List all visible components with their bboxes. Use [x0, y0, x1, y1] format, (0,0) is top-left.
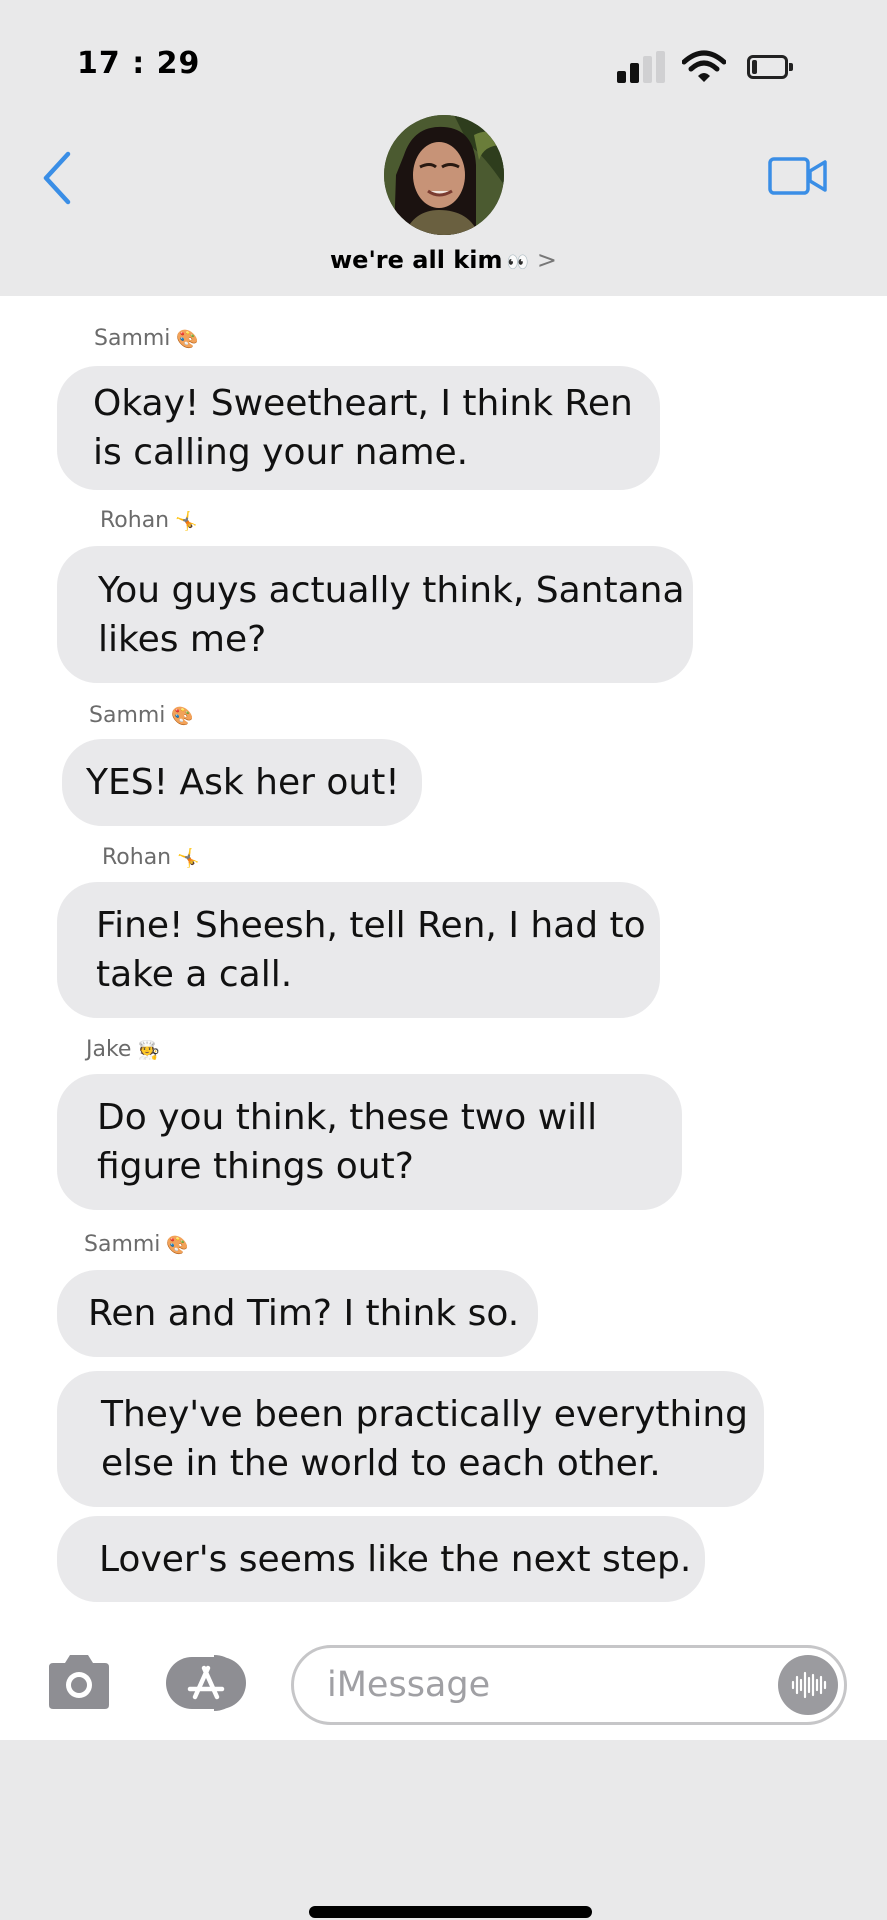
message-bubble[interactable]: Do you think, these two will figure thin… [57, 1074, 682, 1210]
palette-emoji-icon: 🎨 [176, 329, 199, 350]
battery-low-icon [747, 55, 793, 79]
cook-emoji-icon: 🧑‍🍳 [137, 1040, 160, 1061]
chevron-left-icon[interactable] [38, 148, 78, 208]
app-store-icon[interactable] [164, 1654, 254, 1712]
group-avatar[interactable] [384, 115, 504, 235]
message-thread: Sammi 🎨 Okay! Sweetheart, I think Ren is … [0, 296, 887, 1740]
video-camera-icon[interactable] [768, 156, 828, 196]
message-bubble[interactable]: Ren and Tim? I think so. [57, 1270, 538, 1357]
imessage-screen: 17 : 29 we're all kim 👀 > Sammi 🎨 Okay! … [0, 0, 887, 1920]
message-line: figure things out? [97, 1146, 414, 1187]
home-indicator[interactable] [309, 1906, 592, 1918]
message-bubble[interactable]: You guys actually think, Santana likes m… [57, 546, 693, 683]
sender-label: Sammi 🎨 [94, 326, 199, 351]
status-bar: 17 : 29 [0, 0, 887, 110]
imessage-placeholder: iMessage [327, 1665, 491, 1705]
sender-name: Sammi [94, 326, 171, 351]
message-bubble[interactable]: Lover's seems like the next step. [57, 1516, 705, 1602]
sender-label: Rohan 🤸 [102, 845, 200, 870]
cellular-signal-icon [617, 51, 665, 83]
palette-emoji-icon: 🎨 [171, 706, 194, 727]
message-bubble[interactable]: Fine! Sheesh, tell Ren, I had to take a … [57, 882, 660, 1018]
message-line: Okay! Sweetheart, I think Ren [93, 383, 633, 424]
imessage-input[interactable]: iMessage [291, 1645, 847, 1725]
message-line: Fine! Sheesh, tell Ren, I had to [96, 905, 646, 946]
message-line: Lover's seems like the next step. [99, 1538, 692, 1580]
group-name-title[interactable]: we're all kim 👀 > [0, 246, 887, 274]
gymnast-emoji-icon: 🤸 [175, 511, 198, 532]
message-bubble[interactable]: They've been practically everything else… [57, 1371, 764, 1507]
sender-name: Rohan [100, 508, 170, 533]
message-bubble[interactable]: Okay! Sweetheart, I think Ren is calling… [57, 366, 660, 490]
group-name-text: we're all kim [330, 246, 503, 274]
sender-name: Jake [86, 1037, 132, 1062]
message-bubble[interactable]: YES! Ask her out! [62, 739, 422, 826]
audio-waveform-icon[interactable] [778, 1655, 838, 1715]
message-line: Do you think, these two will [97, 1097, 598, 1138]
sender-name: Sammi [84, 1232, 161, 1257]
message-line: You guys actually think, Santana [98, 569, 685, 611]
message-line: likes me? [98, 618, 267, 660]
message-line: else in the world to each other. [101, 1443, 661, 1484]
message-line: is calling your name. [93, 432, 469, 473]
sender-label: Sammi 🎨 [84, 1232, 189, 1257]
message-line: take a call. [96, 954, 293, 995]
eyes-emoji-icon: 👀 [506, 252, 529, 273]
status-time: 17 : 29 [77, 46, 201, 81]
message-line: They've been practically everything [101, 1394, 748, 1435]
palette-emoji-icon: 🎨 [166, 1235, 189, 1256]
chevron-right-icon: > [536, 246, 557, 274]
message-line: Ren and Tim? I think so. [88, 1293, 520, 1334]
wifi-icon [682, 50, 726, 82]
sender-label: Rohan 🤸 [100, 508, 198, 533]
conversation-header: we're all kim 👀 > [0, 110, 887, 296]
camera-icon[interactable] [45, 1653, 113, 1711]
gymnast-emoji-icon: 🤸 [177, 848, 200, 869]
sender-name: Sammi [89, 703, 166, 728]
sender-label: Sammi 🎨 [89, 703, 194, 728]
sender-name: Rohan [102, 845, 172, 870]
message-line: YES! Ask her out! [86, 762, 400, 803]
sender-label: Jake 🧑‍🍳 [86, 1037, 160, 1062]
